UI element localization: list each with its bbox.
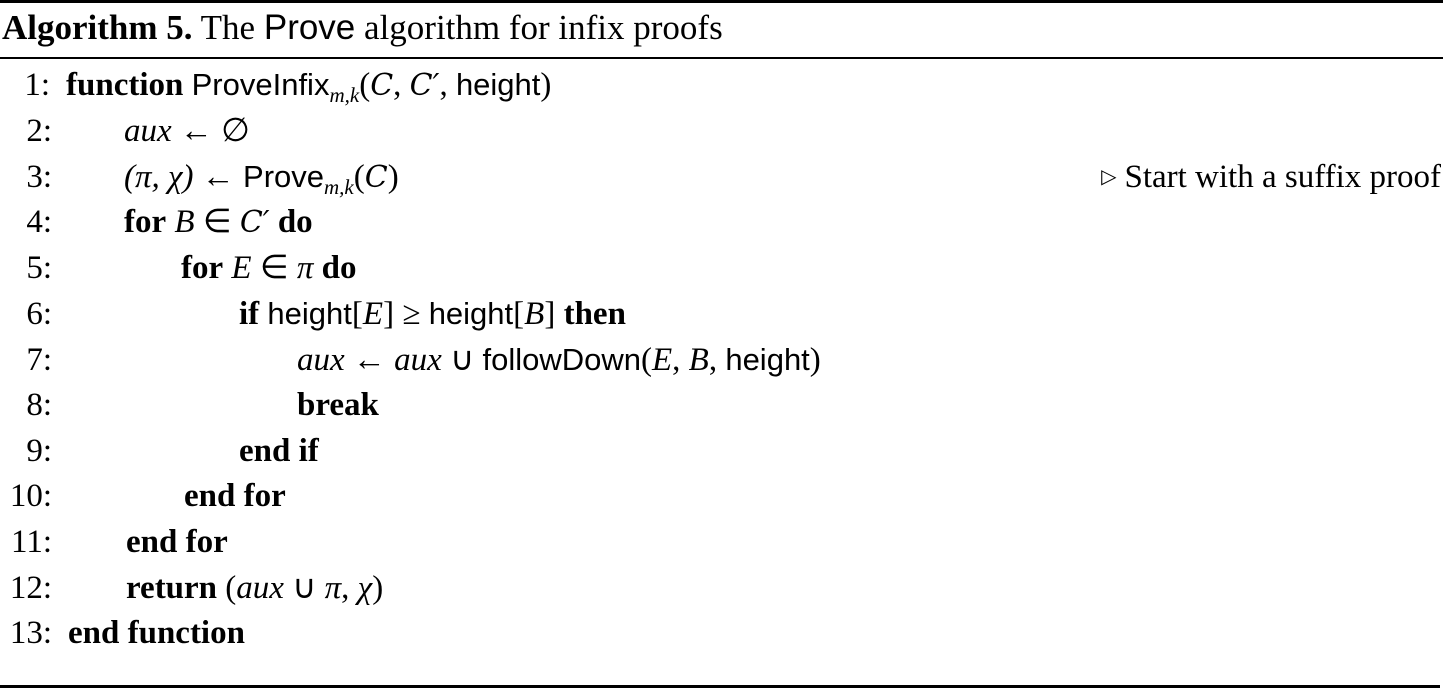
keyword-do: do: [277, 204, 313, 240]
var-b: B: [524, 296, 545, 332]
line-number: 9:: [26, 433, 52, 469]
comment-triangle-icon: ▷: [1101, 166, 1117, 188]
keyword-for: for: [181, 250, 224, 286]
arg-chain: C: [370, 68, 394, 103]
caption-label: Algorithm 5.: [2, 8, 193, 47]
geq-op: ≥: [402, 296, 421, 332]
assign-op: ←: [179, 113, 213, 149]
line-number: 6:: [26, 296, 52, 332]
line-number: 10:: [9, 478, 52, 514]
algorithm-line-3: 3: (π, χ) ← Provem,k(C) ▷ Start with a su…: [0, 155, 1443, 199]
arg-chain: C: [364, 160, 388, 195]
assign-op: ←: [201, 159, 235, 195]
set-pi: π: [296, 250, 314, 286]
union-op: ∪: [450, 342, 475, 378]
keyword-do: do: [321, 250, 357, 286]
paren-open: (: [225, 570, 237, 606]
tuple-pi-chi: (π, χ): [124, 159, 194, 195]
caption-name: Prove: [263, 8, 356, 47]
empty-set: ∅: [221, 113, 250, 149]
keyword-then: then: [563, 296, 626, 332]
arg-b: B: [688, 342, 709, 378]
caption-text-before: The: [200, 8, 256, 47]
keyword-for: for: [124, 204, 167, 240]
line-code: end for: [126, 520, 228, 564]
paren-open: (: [353, 159, 365, 195]
line-code: if height[E] ≥ height[B] then: [239, 296, 626, 332]
func-height: height: [428, 296, 514, 331]
caption-text-after: algorithm for infix proofs: [364, 8, 723, 47]
var-aux: aux: [394, 342, 442, 378]
keyword-end-if: end if: [239, 433, 319, 469]
keyword-end-for: end for: [126, 524, 228, 560]
keyword-end-function: end function: [68, 615, 245, 651]
subscript: m,k: [324, 175, 354, 199]
var-aux: aux: [124, 113, 172, 149]
line-number: 11:: [11, 524, 52, 560]
line-code: end function: [68, 611, 245, 655]
keyword-if: if: [239, 296, 260, 332]
line-number: 4:: [26, 204, 52, 240]
arg-chain-prime: C′: [409, 68, 440, 103]
comma: ,: [393, 67, 410, 103]
paren-close: ): [387, 159, 399, 195]
paren-open: (: [359, 67, 371, 103]
line-comment: ▷ Start with a suffix proof: [1101, 155, 1441, 199]
keyword-function: function: [66, 67, 184, 103]
paren-close: ): [372, 570, 384, 606]
set-chain-prime: C′: [239, 205, 270, 240]
line-code: for E ∈ π do: [181, 246, 356, 290]
line-number: 7:: [26, 342, 52, 378]
line-number: 3:: [26, 159, 52, 195]
var-aux: aux: [297, 342, 345, 378]
function-name: followDown: [482, 342, 641, 377]
paren-close: ): [540, 67, 552, 103]
in-op: ∈: [259, 250, 289, 286]
paren-open: (: [640, 342, 652, 378]
line-number: 1:: [24, 67, 50, 103]
keyword-end-for: end for: [184, 478, 286, 514]
line-code: return (aux ∪ π, χ): [126, 566, 383, 610]
arg-height: height: [725, 342, 810, 377]
line-code: aux ← aux ∪ followDown(E, B, height): [297, 342, 821, 378]
line-code: end for: [184, 474, 286, 518]
arg-height: height: [455, 67, 541, 102]
function-name: Prove: [243, 159, 325, 194]
algorithm-caption: Algorithm 5. The Prove algorithm for inf…: [2, 6, 723, 50]
var-e: E: [231, 250, 252, 286]
in-op: ∈: [202, 204, 232, 240]
subscript: m,k: [329, 83, 360, 107]
keyword-return: return: [126, 570, 218, 606]
line-number: 12:: [9, 570, 52, 606]
line-number: 5:: [26, 250, 52, 286]
var-e: E: [362, 296, 384, 332]
paren-close: ): [809, 342, 821, 378]
var-chi: χ: [357, 570, 373, 606]
line-number: 2:: [26, 113, 52, 149]
function-name: ProveInfix: [191, 67, 330, 102]
assign-op: ←: [352, 342, 386, 378]
func-height: height: [267, 296, 352, 331]
line-code: for B ∈ C′ do: [124, 200, 313, 245]
keyword-break: break: [297, 387, 379, 423]
line-number: 13:: [9, 615, 52, 651]
line-code: end if: [239, 429, 319, 473]
comma: ,: [341, 570, 358, 606]
var-aux: aux: [236, 570, 284, 606]
caption-rule: [0, 57, 1443, 59]
var-pi: π: [324, 570, 342, 606]
union-op: ∪: [292, 570, 317, 606]
arg-e: E: [651, 342, 673, 378]
line-code: break: [297, 383, 379, 427]
comma: ,: [439, 67, 456, 103]
line-code: aux ← ∅: [124, 109, 250, 153]
comment-text: Start with a suffix proof: [1124, 159, 1441, 195]
line-number: 8:: [26, 387, 52, 423]
var-b: B: [174, 204, 195, 240]
top-rule: [0, 0, 1443, 3]
